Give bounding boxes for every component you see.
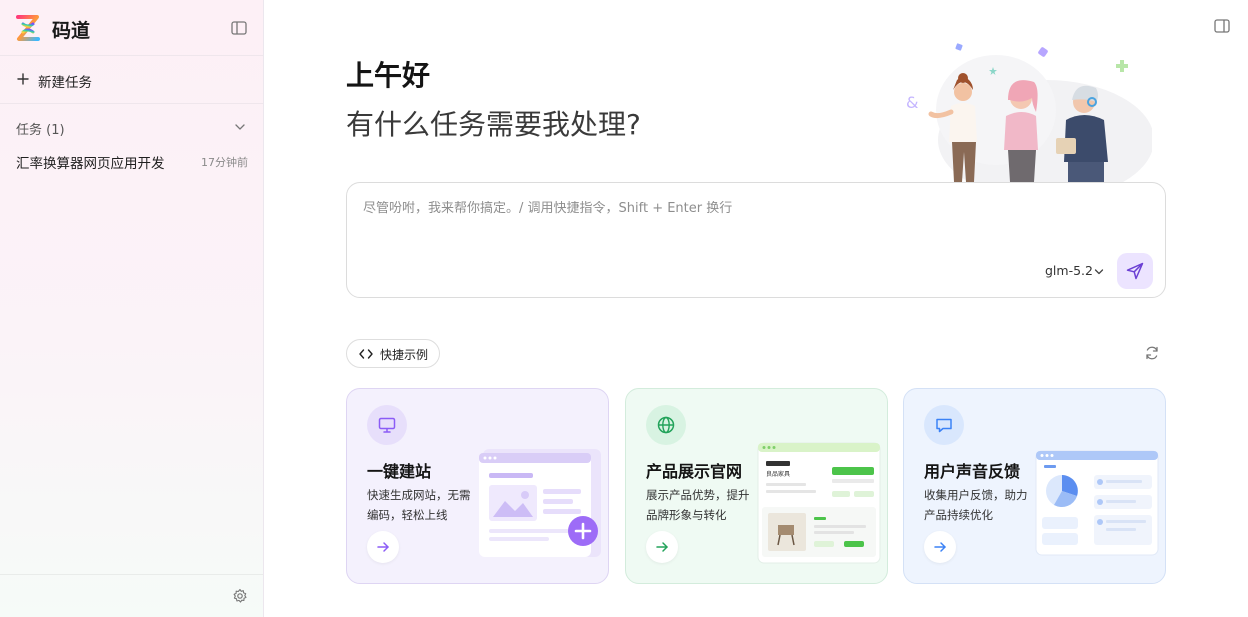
chevron-down-icon[interactable] [1094, 267, 1104, 277]
task-list-item[interactable]: 汇率换算器网页应用开发 17分钟前 [16, 152, 248, 172]
task-name: 汇率换算器网页应用开发 [16, 156, 165, 172]
greeting-subtitle: 有什么任务需要我处理? [346, 108, 641, 141]
example-card-product-site[interactable]: 产品展示官网 展示产品优势，提升品牌形象与转化 良品家具 [625, 388, 888, 584]
card-arrow-button[interactable] [924, 531, 956, 563]
card-icon-wrap [367, 405, 407, 445]
product-site-illustration: 良品家具 [757, 442, 881, 564]
monitor-icon [378, 417, 396, 433]
chat-input[interactable] [363, 201, 1143, 216]
example-card-user-feedback[interactable]: 用户声音反馈 收集用户反馈，助力产品持续优化 [903, 388, 1166, 584]
task-section-header[interactable]: 任务 (1) [16, 119, 248, 138]
arrow-right-icon [377, 542, 389, 552]
new-task-label: 新建任务 [38, 75, 92, 91]
sidebar: 码道 新建任务 任务 (1) 汇率换算器网页应用开发 17分钟前 [0, 0, 264, 617]
example-card-website[interactable]: 一键建站 快速生成网站，无需编码，轻松上线 [346, 388, 609, 584]
card-arrow-button[interactable] [646, 531, 678, 563]
panel-toggle-icon[interactable] [1213, 17, 1231, 35]
plus-icon [17, 73, 29, 85]
website-builder-illustration [479, 449, 601, 557]
send-button[interactable] [1117, 253, 1153, 289]
card-icon-wrap [646, 405, 686, 445]
card-title: 一键建站 [367, 462, 432, 481]
card-arrow-button[interactable] [367, 531, 399, 563]
quick-examples-label: 快捷示例 [380, 348, 429, 362]
code-icon [359, 349, 373, 359]
card-description: 展示产品优势，提升品牌形象与转化 [646, 488, 750, 522]
task-section-label: 任务 (1) [16, 123, 65, 138]
globe-icon [657, 416, 675, 434]
card-title: 产品展示官网 [646, 462, 743, 481]
card-description: 收集用户反馈，助力产品持续优化 [924, 488, 1028, 522]
chat-input-box: glm-5.2 [346, 182, 1166, 298]
card-icon-wrap [924, 405, 964, 445]
new-task-button[interactable]: 新建任务 [0, 56, 263, 104]
svg-text:&: & [906, 93, 918, 112]
quick-examples-button[interactable]: 快捷示例 [346, 339, 440, 368]
arrow-right-icon [934, 542, 946, 552]
sidebar-collapse-icon[interactable] [230, 19, 248, 37]
logo-icon [16, 15, 40, 41]
settings-gear-icon[interactable] [232, 588, 248, 604]
brand-name: 码道 [52, 20, 91, 42]
feedback-dashboard-illustration [1035, 450, 1159, 556]
arrow-right-icon [656, 542, 668, 552]
mock-brand-text: 良品家具 [766, 470, 790, 478]
send-icon [1126, 262, 1144, 280]
card-description: 快速生成网站，无需编码，轻松上线 [367, 488, 471, 522]
refresh-icon[interactable] [1144, 345, 1160, 361]
chat-bubble-icon [936, 418, 952, 433]
sidebar-footer-divider [0, 574, 263, 575]
chevron-down-icon [235, 124, 245, 130]
greeting-title: 上午好 [346, 59, 431, 92]
sidebar-header: 码道 [0, 0, 263, 56]
hero-illustration: & [906, 43, 1152, 182]
card-title: 用户声音反馈 [924, 462, 1021, 481]
model-selector[interactable]: glm-5.2 [1045, 263, 1093, 281]
task-time: 17分钟前 [201, 156, 248, 169]
